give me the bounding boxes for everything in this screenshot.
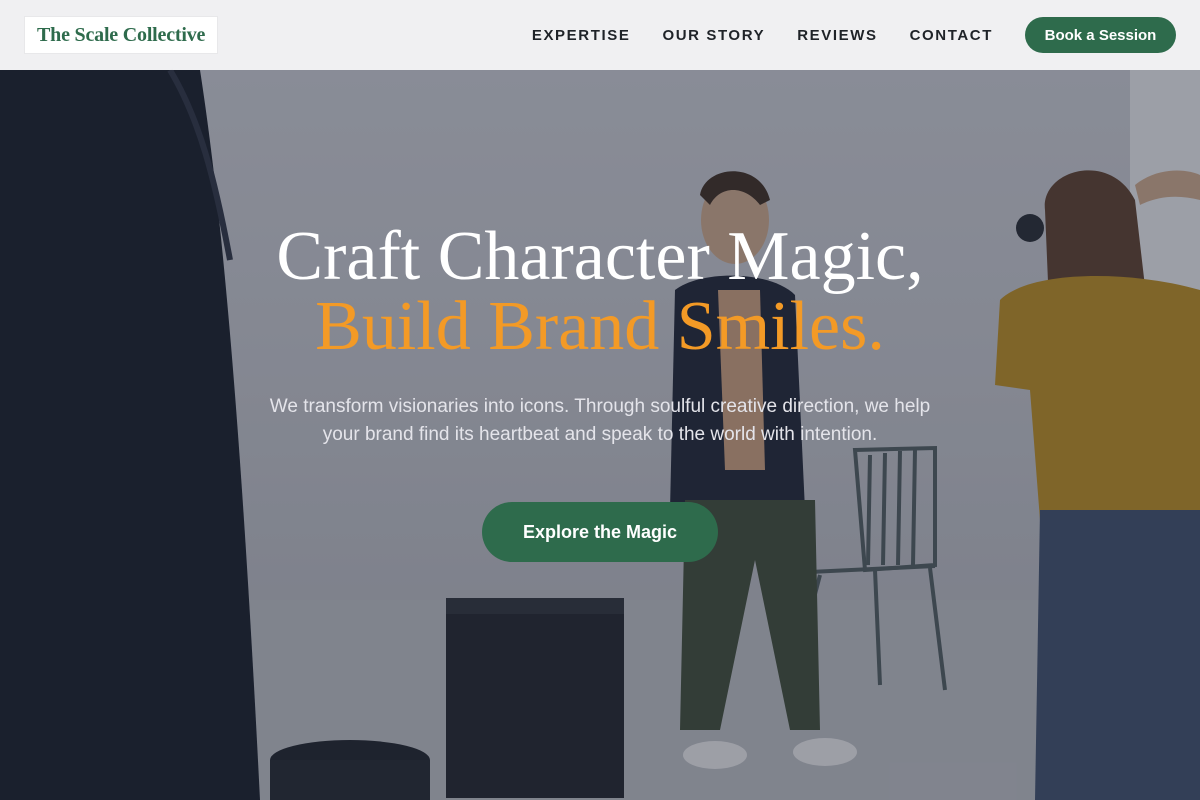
hero-subtext: We transform visionaries into icons. Thr… bbox=[269, 396, 931, 445]
hero-headline-line2: Build Brand Smiles. bbox=[315, 288, 885, 365]
hero-content: Craft Character Magic, Build Brand Smile… bbox=[0, 222, 1200, 562]
explore-magic-button[interactable]: Explore the Magic bbox=[482, 502, 718, 562]
logo-text: The Scale Collective bbox=[37, 23, 206, 46]
site-header: The Scale Collective EXPERTISE OUR STORY… bbox=[0, 0, 1200, 70]
main-nav: EXPERTISE OUR STORY REVIEWS CONTACT Book… bbox=[532, 17, 1176, 53]
nav-link-expertise[interactable]: EXPERTISE bbox=[532, 27, 631, 44]
book-session-button[interactable]: Book a Session bbox=[1025, 17, 1176, 53]
hero-headline: Craft Character Magic, Build Brand Smile… bbox=[0, 222, 1200, 362]
nav-link-our-story[interactable]: OUR STORY bbox=[662, 27, 765, 44]
nav-link-reviews[interactable]: REVIEWS bbox=[797, 27, 877, 44]
nav-link-contact[interactable]: CONTACT bbox=[910, 27, 993, 44]
hero-headline-line1: Craft Character Magic, bbox=[276, 218, 924, 295]
logo[interactable]: The Scale Collective bbox=[25, 17, 218, 53]
